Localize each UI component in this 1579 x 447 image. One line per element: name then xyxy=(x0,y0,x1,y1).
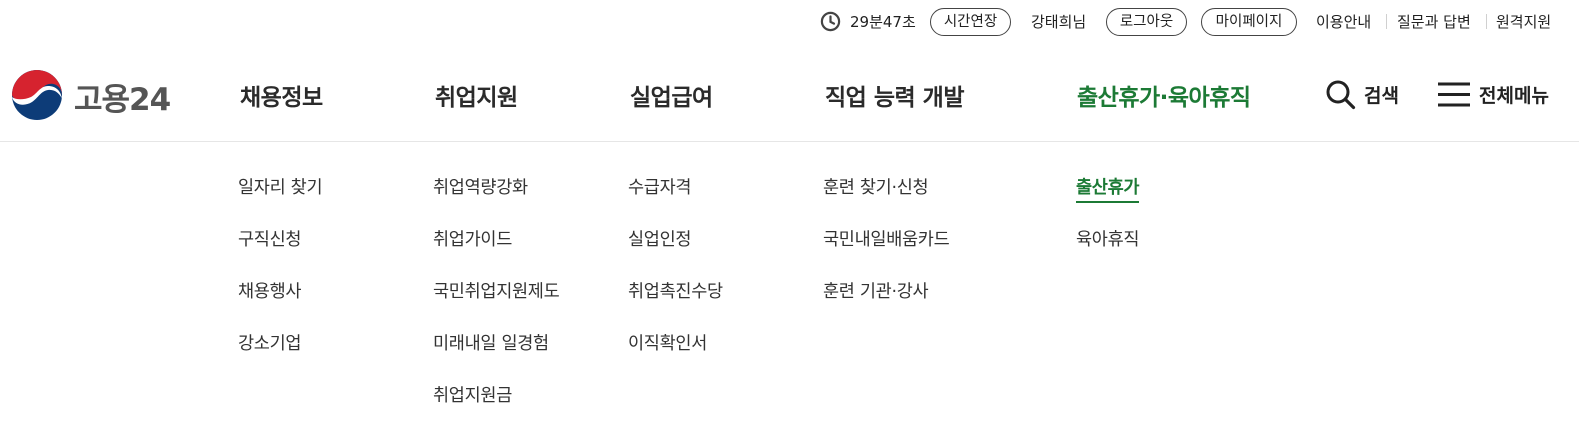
submenu-item[interactable]: 국민취업지원제도 xyxy=(433,278,560,330)
util-separator xyxy=(1486,14,1487,29)
gnb-recruitment[interactable]: 채용정보 xyxy=(240,78,323,112)
util-separator xyxy=(1386,14,1387,29)
clock-icon xyxy=(820,11,841,32)
submenu-item[interactable]: 취업촉진수당 xyxy=(628,278,723,330)
gnb-unemployment-benefit[interactable]: 실업급여 xyxy=(630,78,713,112)
taegeuk-logo-icon[interactable] xyxy=(10,69,64,121)
submenu-item[interactable]: 채용행사 xyxy=(238,278,322,330)
submenu-unemployment-benefit: 수급자격 실업인정 취업촉진수당 이직확인서 xyxy=(628,174,723,382)
hamburger-icon[interactable] xyxy=(1437,81,1471,108)
submenu-item[interactable]: 미래내일 일경험 xyxy=(433,330,559,382)
submenu-item[interactable]: 이직확인서 xyxy=(628,330,723,382)
submenu-vocational-training: 훈련 찾기·신청 국민내일배움카드 훈련 기관·강사 xyxy=(823,174,950,330)
faq-link[interactable]: 질문과 답변 xyxy=(1397,10,1471,34)
submenu-item[interactable]: 구직신청 xyxy=(238,226,322,278)
utility-bar: 29분47초 시간연장 강태희님 로그아웃 마이페이지 이용안내 질문과 답변 … xyxy=(0,0,1579,44)
session-timer: 29분47초 xyxy=(850,13,916,31)
submenu-item-label: 출산휴가 xyxy=(1076,178,1140,203)
submenu-item[interactable]: 취업역량강화 xyxy=(433,174,559,226)
submenu-item[interactable]: 취업가이드 xyxy=(433,226,559,278)
extend-session-button[interactable]: 시간연장 xyxy=(930,8,1011,36)
submenu-item[interactable]: 실업인정 xyxy=(628,226,723,278)
submenu-employment-support: 취업역량강화 취업가이드 국민취업지원제도 미래내일 일경험 취업지원금 xyxy=(433,174,560,434)
all-menu-button[interactable]: 전체메뉴 xyxy=(1479,81,1549,108)
header-divider xyxy=(0,141,1579,142)
submenu-item[interactable]: 강소기업 xyxy=(238,330,322,382)
submenu-item[interactable]: 일자리 찾기 xyxy=(238,174,323,226)
gnb-employment-support[interactable]: 취업지원 xyxy=(435,78,518,112)
submenu-item[interactable]: 훈련 찾기·신청 xyxy=(823,174,949,226)
logo-text[interactable]: 고용24 xyxy=(74,74,171,119)
gnb-maternity-parental-leave[interactable]: 출산휴가·육아휴직 xyxy=(1077,78,1251,112)
submenu-item[interactable]: 취업지원금 xyxy=(433,382,559,434)
gnb-vocational-training[interactable]: 직업 능력 개발 xyxy=(825,78,964,112)
usage-guide-link[interactable]: 이용안내 xyxy=(1316,10,1371,34)
submenu-item-active[interactable]: 출산휴가 xyxy=(1076,174,1140,226)
search-icon[interactable] xyxy=(1325,79,1356,110)
mypage-button[interactable]: 마이페이지 xyxy=(1201,8,1297,36)
submenu-item[interactable]: 국민내일배움카드 xyxy=(823,226,950,278)
submenu-item[interactable]: 수급자격 xyxy=(628,174,723,226)
remote-support-link[interactable]: 원격지원 xyxy=(1496,10,1551,34)
submenu-item[interactable]: 훈련 기관·강사 xyxy=(823,278,949,330)
search-button[interactable]: 검색 xyxy=(1364,81,1399,108)
submenu-recruitment: 일자리 찾기 구직신청 채용행사 강소기업 xyxy=(238,174,323,382)
submenu-item[interactable]: 육아휴직 xyxy=(1076,226,1140,278)
user-name: 강태희님 xyxy=(1031,13,1087,31)
logout-button[interactable]: 로그아웃 xyxy=(1106,8,1187,36)
submenu-maternity-parental-leave: 출산휴가 육아휴직 xyxy=(1076,174,1140,278)
